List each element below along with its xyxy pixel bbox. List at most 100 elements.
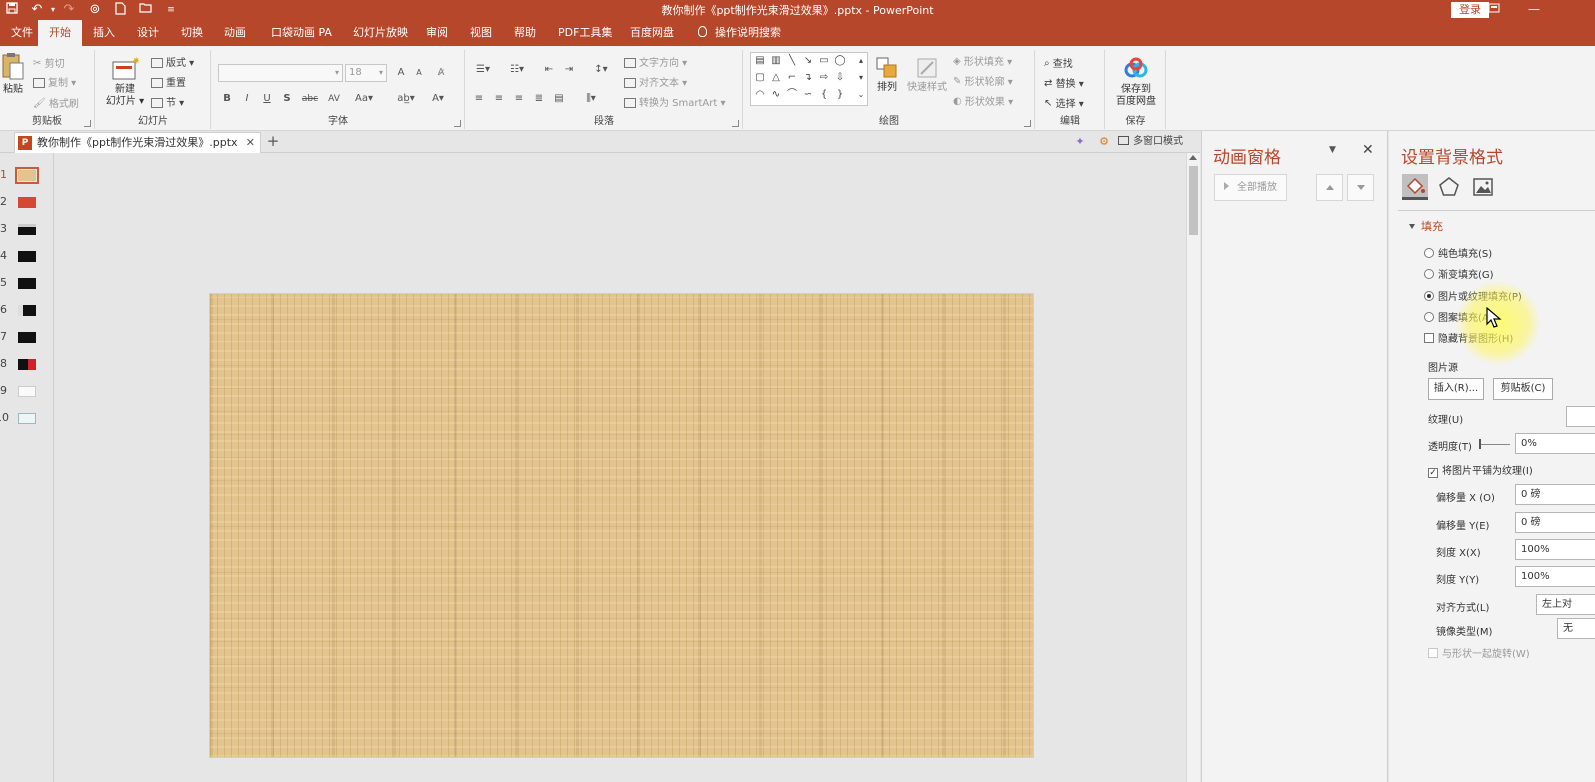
- font-size-combobox[interactable]: 18 ▾: [345, 64, 387, 82]
- drawing-launcher-icon[interactable]: [1024, 120, 1031, 127]
- line-spacing-icon[interactable]: ↕▾: [590, 62, 612, 78]
- tab-slideshow[interactable]: 幻灯片放映: [342, 20, 419, 46]
- scale-x-input[interactable]: 100%: [1515, 539, 1595, 560]
- textbox-shape-icon[interactable]: ▤: [754, 56, 766, 66]
- tab-insert[interactable]: 插入: [82, 20, 126, 46]
- sparkle-icon[interactable]: ✦: [1072, 134, 1088, 150]
- columns-icon[interactable]: ⫼▾: [580, 91, 602, 107]
- slide-thumbnail[interactable]: 10: [0, 408, 54, 428]
- ribbon-display-icon[interactable]: [1486, 1, 1502, 17]
- bullets-icon[interactable]: ☰▾: [472, 62, 494, 78]
- font-color-button[interactable]: A▾: [427, 91, 449, 107]
- rotate-with-shape-option[interactable]: 与形状一起旋转(W): [1428, 645, 1530, 660]
- decrease-indent-icon[interactable]: ⇤: [542, 62, 556, 78]
- insert-picture-button[interactable]: 插入(R)...: [1428, 378, 1484, 400]
- arrow-line-shape-icon[interactable]: ↘: [802, 56, 814, 66]
- slide-thumbnail[interactable]: 1: [0, 165, 54, 185]
- shrink-font-button[interactable]: A: [412, 65, 426, 81]
- tile-picture-checkbox[interactable]: ✓: [1428, 468, 1438, 478]
- left-brace-shape-icon[interactable]: {: [818, 90, 830, 100]
- arrange-button[interactable]: 排列: [872, 56, 902, 94]
- minimize-icon[interactable]: —: [1526, 1, 1542, 17]
- italic-button[interactable]: I: [240, 91, 254, 107]
- gallery-more-icon[interactable]: ⌄: [855, 90, 867, 100]
- vertical-textbox-shape-icon[interactable]: ▥: [770, 56, 782, 66]
- tile-picture-option[interactable]: ✓ 将图片平铺为纹理(I): [1428, 462, 1533, 478]
- shape-outline-button[interactable]: ✎ 形状轮廓 ▾: [953, 74, 1013, 91]
- tab-animations[interactable]: 动画: [213, 20, 257, 46]
- close-animation-pane-icon[interactable]: ✕: [1362, 142, 1374, 158]
- freeform-shape-icon[interactable]: ◠: [754, 90, 766, 100]
- rotate-with-shape-checkbox[interactable]: [1428, 648, 1438, 658]
- change-case-button[interactable]: Aa▾: [352, 91, 376, 107]
- copy-button[interactable]: 复制 ▾: [33, 76, 76, 92]
- slide-canvas[interactable]: [209, 293, 1034, 758]
- tab-design[interactable]: 设计: [126, 20, 170, 46]
- effects-tab[interactable]: [1436, 174, 1462, 200]
- slide-thumbnail[interactable]: 6: [0, 300, 54, 320]
- font-launcher-icon[interactable]: [454, 120, 461, 127]
- clipboard-picture-button[interactable]: 剪贴板(C): [1493, 378, 1553, 400]
- gallery-up-icon[interactable]: ▴: [855, 56, 867, 66]
- document-tab[interactable]: P 教你制作《ppt制作光束滑过效果》.pptx ✕: [14, 132, 261, 153]
- slide-thumbnail[interactable]: 3: [0, 219, 54, 239]
- character-spacing-button[interactable]: AV: [324, 91, 344, 107]
- scrollbar-thumb[interactable]: [1189, 166, 1198, 235]
- save-to-baidu-button[interactable]: 保存到 百度网盘: [1108, 56, 1164, 108]
- align-center-icon[interactable]: ≡: [492, 91, 506, 107]
- tab-help[interactable]: 帮助: [503, 20, 547, 46]
- paragraph-launcher-icon[interactable]: [732, 120, 739, 127]
- vertical-scrollbar[interactable]: [1186, 153, 1200, 782]
- gradient-fill-option[interactable]: 渐变填充(G): [1424, 266, 1494, 281]
- slide-thumbnail[interactable]: 4: [0, 246, 54, 266]
- rounded-rect-shape-icon[interactable]: ▢: [754, 73, 766, 83]
- scroll-up-icon[interactable]: [1189, 155, 1197, 160]
- play-all-button[interactable]: 全部播放: [1214, 174, 1287, 201]
- strikethrough-button[interactable]: abc: [300, 91, 320, 107]
- section-button[interactable]: 节 ▾: [151, 96, 184, 112]
- font-name-combobox[interactable]: ▾: [218, 64, 343, 82]
- select-button[interactable]: ↖ 选择 ▾: [1044, 96, 1084, 113]
- tab-review[interactable]: 审阅: [415, 20, 459, 46]
- pane-options-icon[interactable]: ▼: [1329, 145, 1336, 155]
- scale-y-input[interactable]: 100%: [1515, 566, 1595, 587]
- gradient-fill-radio[interactable]: [1424, 269, 1434, 279]
- line-shape-icon[interactable]: ╲: [786, 56, 798, 66]
- offset-x-input[interactable]: 0 磅: [1515, 484, 1595, 505]
- add-tab-icon[interactable]: +: [264, 131, 282, 153]
- bold-button[interactable]: B: [220, 91, 234, 107]
- fill-section-header[interactable]: 填充: [1409, 218, 1443, 234]
- cut-button[interactable]: ✂ 剪切: [33, 56, 65, 73]
- grow-font-button[interactable]: A: [394, 65, 408, 81]
- shape-fill-button[interactable]: ◈ 形状填充 ▾: [953, 54, 1012, 71]
- slide-thumbnail[interactable]: 7: [0, 327, 54, 347]
- align-right-icon[interactable]: ≡: [512, 91, 526, 107]
- transparency-slider-track[interactable]: [1480, 444, 1510, 445]
- increase-indent-icon[interactable]: ⇥: [562, 62, 576, 78]
- highlight-icon[interactable]: ab̲▾: [395, 91, 417, 107]
- pattern-fill-radio[interactable]: [1424, 312, 1434, 322]
- smartart-button[interactable]: 转换为 SmartArt ▾: [624, 96, 726, 112]
- curve-shape-icon[interactable]: ∿: [770, 90, 782, 100]
- mirror-type-dropdown[interactable]: 无: [1557, 618, 1595, 639]
- move-later-button[interactable]: [1347, 174, 1374, 201]
- tab-baidu-netdisk[interactable]: 百度网盘: [619, 20, 685, 46]
- justify-icon[interactable]: ≣: [532, 91, 546, 107]
- find-button[interactable]: ⌕ 查找: [1044, 56, 1073, 73]
- reset-button[interactable]: 重置: [151, 76, 186, 92]
- slide-thumbnail[interactable]: 2: [0, 192, 54, 212]
- tab-transitions[interactable]: 切换: [170, 20, 214, 46]
- tab-pocket-animation[interactable]: 口袋动画 PA: [260, 20, 343, 46]
- numbering-icon[interactable]: ☷▾: [506, 62, 528, 78]
- triangle-shape-icon[interactable]: △: [770, 73, 782, 83]
- oval-shape-icon[interactable]: ◯: [834, 56, 846, 66]
- close-tab-icon[interactable]: ✕: [246, 133, 255, 153]
- down-arrow-shape-icon[interactable]: ⇩: [834, 73, 846, 83]
- connector-shape-icon[interactable]: ⌐: [786, 73, 798, 83]
- hide-graphics-checkbox[interactable]: [1424, 333, 1434, 343]
- text-direction-button[interactable]: 文字方向 ▾: [624, 56, 687, 72]
- slide-thumbnail[interactable]: 5: [0, 273, 54, 293]
- layout-button[interactable]: 版式 ▾: [151, 56, 194, 72]
- offset-y-input[interactable]: 0 磅: [1515, 512, 1595, 533]
- shapes-gallery[interactable]: ▤ ▥ ╲ ↘ ▭ ◯ ▢ △ ⌐ ↴ ⇨ ⇩ ◠ ∿ ⌒ ∽ { } ▴ ▾ …: [750, 52, 868, 106]
